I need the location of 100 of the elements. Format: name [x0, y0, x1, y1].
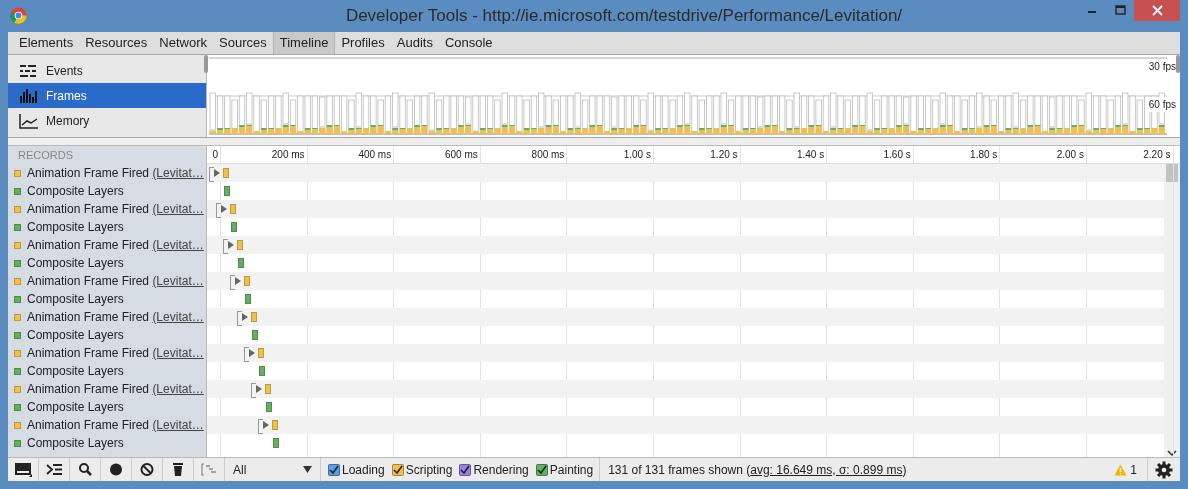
expand-arrow-icon[interactable] — [241, 313, 249, 321]
source-link[interactable]: (Levitat… — [152, 238, 204, 252]
overview-mode-item[interactable]: Events — [8, 58, 206, 83]
window-title: Developer Tools - http://ie.microsoft.com/testdrive/Performance/Levitation/ — [345, 5, 903, 28]
panel-tab[interactable]: Elements — [13, 32, 80, 54]
scroll-down-icon[interactable] — [1167, 450, 1177, 457]
source-link[interactable]: (Levitat… — [152, 166, 204, 180]
record-bar — [231, 222, 237, 232]
record-label[interactable]: Composite Layers — [27, 290, 124, 308]
record-label[interactable]: Composite Layers — [27, 218, 124, 236]
record-label[interactable]: Composite Layers — [27, 254, 124, 272]
expand-arrow-icon[interactable] — [227, 241, 235, 249]
expand-arrow-icon[interactable] — [255, 385, 263, 393]
record-label[interactable]: Composite Layers — [27, 398, 124, 416]
records-header: RECORDS — [18, 147, 73, 163]
record-label[interactable]: Animation Frame Fired (Levitat… — [27, 308, 204, 326]
record-label[interactable]: Animation Frame Fired (Levitat… — [27, 236, 204, 254]
source-link[interactable]: (Levitat… — [152, 310, 204, 324]
checkmark-icon — [392, 464, 403, 475]
record-label[interactable]: Animation Frame Fired (Levitat… — [27, 344, 204, 362]
time-tick-label: 400 ms — [358, 148, 392, 162]
panel-tab[interactable]: Audits — [390, 32, 439, 54]
record-bar — [251, 312, 257, 322]
expand-arrow-icon[interactable] — [248, 349, 256, 357]
panel-tab[interactable]: Sources — [213, 32, 273, 54]
search-icon — [76, 461, 94, 478]
scrollbar[interactable] — [1164, 164, 1180, 457]
glue-events-icon — [200, 461, 218, 478]
category-checkbox[interactable] — [328, 463, 340, 476]
scrollbar-thumb[interactable] — [1166, 164, 1178, 182]
overview-mode-item[interactable]: Frames — [8, 83, 206, 108]
record-bar — [245, 294, 251, 304]
stats-link[interactable]: avg: 16.649 ms, σ: 0.899 ms — [750, 462, 903, 477]
record-label[interactable]: Animation Frame Fired (Levitat… — [27, 272, 204, 290]
record-label[interactable]: Animation Frame Fired (Levitat… — [27, 416, 204, 434]
expand-arrow-icon[interactable] — [234, 277, 242, 285]
expand-arrow-icon[interactable] — [262, 421, 270, 429]
source-link[interactable]: (Levitat… — [152, 346, 204, 360]
dropdown-caret-icon — [303, 466, 312, 473]
scrollbar-thumb[interactable] — [204, 55, 208, 73]
category-label: Painting — [549, 461, 594, 479]
record-bar — [266, 402, 272, 412]
checkmark-icon — [329, 464, 339, 475]
record-bar — [273, 438, 279, 448]
line-graph-icon — [19, 112, 39, 129]
record-bar — [224, 186, 230, 196]
record-bar — [265, 384, 271, 394]
time-tick-label: 1.40 s — [796, 148, 825, 162]
expand-arrow-icon[interactable] — [220, 205, 228, 213]
category-label: Scripting — [405, 461, 453, 479]
source-link[interactable]: (Levitat… — [152, 418, 204, 432]
bar-chart-icon — [19, 87, 39, 104]
record-bar — [230, 204, 236, 214]
scrollbar-thumb[interactable] — [1176, 55, 1180, 73]
record-label[interactable]: Composite Layers — [27, 326, 124, 344]
source-link[interactable]: (Levitat… — [152, 382, 204, 396]
frames-summary: 131 of 131 frames shown (avg: 16.649 ms, σ: 0.899 ms) — [608, 461, 907, 479]
record-label[interactable]: Animation Frame Fired (Levitat… — [27, 380, 204, 398]
close-icon — [1151, 5, 1163, 16]
time-tick-label: 2.00 s — [1056, 148, 1084, 162]
panel-tab[interactable]: Timeline — [272, 32, 336, 54]
time-tick-label: 200 ms — [271, 148, 305, 162]
filter-dropdown[interactable]: All — [225, 458, 321, 481]
source-link[interactable]: (Levitat… — [152, 202, 204, 216]
close-button[interactable] — [1134, 0, 1180, 21]
record-label[interactable]: Composite Layers — [27, 362, 124, 380]
fps-label: 60 fps — [1148, 97, 1176, 112]
expand-arrow-icon[interactable] — [213, 169, 221, 177]
panel-tab[interactable]: Network — [153, 32, 214, 54]
record-bar — [252, 330, 258, 340]
browser-logo-icon — [10, 7, 27, 24]
category-checkbox[interactable] — [391, 463, 404, 476]
record-bar — [238, 258, 244, 268]
category-checkbox[interactable] — [459, 463, 472, 476]
category-checkbox[interactable] — [535, 463, 548, 476]
panel-tab[interactable]: Resources — [79, 32, 154, 54]
record-icon — [107, 461, 125, 478]
record-bar — [237, 240, 243, 250]
time-tick-label: 1.80 s — [970, 148, 998, 162]
record-bar — [223, 168, 229, 178]
time-tick-label: 2.20 s — [1143, 148, 1171, 162]
source-link[interactable]: (Levitat… — [152, 274, 204, 288]
record-label[interactable]: Animation Frame Fired (Levitat… — [27, 200, 204, 218]
time-tick-label: 1.00 s — [623, 148, 651, 162]
overview-mode-item[interactable]: Memory — [8, 108, 206, 133]
record-label[interactable]: Composite Layers — [27, 434, 124, 452]
panel-tab[interactable]: Profiles — [335, 32, 391, 54]
checkmark-icon — [536, 464, 547, 475]
category-label: Rendering — [473, 461, 529, 479]
time-tick-label: 800 ms — [531, 148, 565, 162]
record-bar — [272, 420, 278, 430]
dashes-icon — [19, 62, 39, 79]
record-label[interactable]: Animation Frame Fired (Levitat… — [27, 164, 204, 182]
record-label[interactable]: Composite Layers — [27, 182, 124, 200]
warning-count[interactable]: 1 — [1130, 460, 1137, 479]
time-tick-label: 1.20 s — [710, 148, 738, 162]
panel-tab[interactable]: Console — [438, 32, 499, 54]
dock-icon — [14, 461, 32, 478]
clear-icon — [138, 461, 156, 478]
maximize-icon — [1114, 5, 1126, 15]
